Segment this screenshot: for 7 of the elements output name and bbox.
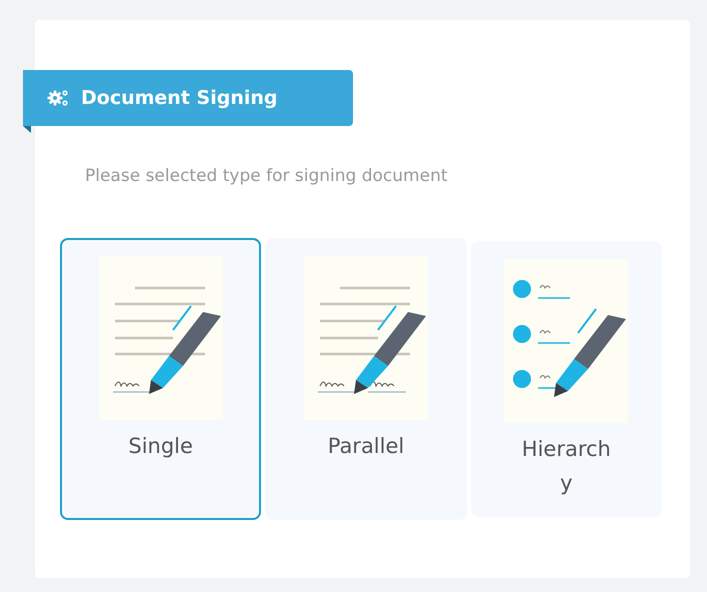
instruction-text: Please selected type for signing document <box>85 166 449 186</box>
signing-type-option[interactable]: Hierarchy <box>470 241 662 517</box>
gears-icon <box>47 89 69 107</box>
signing-type-option[interactable]: Parallel <box>265 238 467 520</box>
ribbon-fold <box>23 126 31 133</box>
signing-type-option[interactable]: Single <box>60 238 262 520</box>
section-title: Document Signing <box>81 87 278 109</box>
